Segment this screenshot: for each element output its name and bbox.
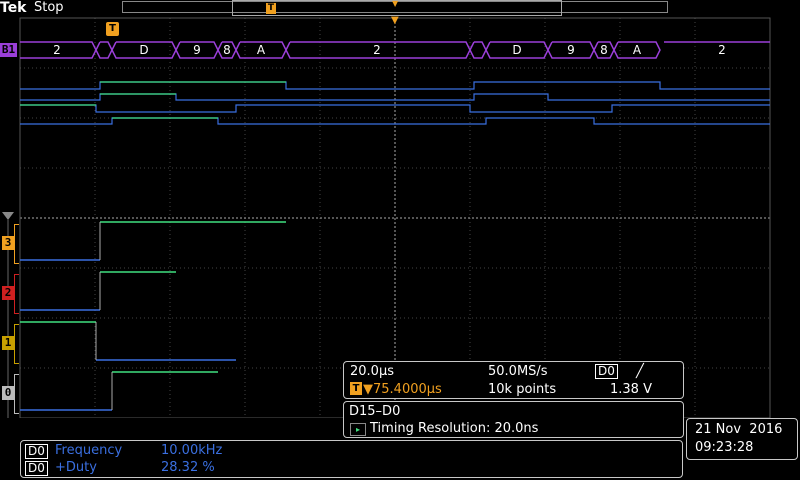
channel-3-trace: [20, 221, 286, 261]
record-center-marker: ▼: [392, 0, 399, 8]
timebase-readout: 20.0µs: [350, 364, 394, 379]
bus-value: 2: [718, 43, 726, 57]
record-trigger-marker: T: [266, 3, 276, 14]
bus-value: A: [257, 43, 266, 57]
bus-value: 8: [600, 43, 608, 57]
center-axes: [20, 18, 770, 418]
date-readout: 21 Nov 2016: [695, 422, 783, 437]
record-length-readout: 10k points: [488, 382, 557, 397]
bus-value: 8: [223, 43, 231, 57]
trigger-position-readout: ▼75.4000µs: [363, 382, 442, 397]
timing-resolution-readout: Timing Resolution: 20.0ns: [370, 421, 539, 436]
channel-2-trace: [20, 271, 176, 311]
trigger-level-marker: [2, 212, 14, 220]
measurement-name: +Duty: [55, 460, 97, 475]
channel-0-trace: [20, 371, 218, 411]
digital-channels-panel[interactable]: D15–D0 ▸ Timing Resolution: 20.0ns: [343, 401, 684, 438]
bus-decode-values: 2 D 9 8 A 2 D 9 8 A 2: [53, 43, 726, 57]
measurement-source-badge: D0: [25, 444, 48, 459]
measurement-name: Frequency: [55, 443, 123, 458]
time-readout: 09:23:28: [695, 440, 754, 455]
channel-label-1[interactable]: 1: [2, 336, 14, 350]
bus-label[interactable]: B1: [0, 43, 17, 57]
bus-trigger-marker: T: [106, 22, 119, 36]
waveform-display: 2 D 9 8 A 2 D 9 8 A 2: [2, 17, 771, 418]
channel-bracket-0: [14, 374, 19, 414]
channel-bracket-3: [14, 224, 19, 264]
trigger-source-badge: D0: [595, 364, 618, 379]
center-trigger-marker: ▼: [391, 15, 399, 26]
digital-range-label: D15–D0: [349, 404, 401, 419]
bus-value: D: [139, 43, 148, 57]
measurements-panel[interactable]: D0 Frequency 10.00kHz D0 +Duty 28.32 %: [20, 440, 683, 478]
bus-value: 2: [373, 43, 381, 57]
bus-value: D: [512, 43, 521, 57]
trigger-level-readout: 1.38 V: [610, 382, 652, 397]
channel-bracket-1: [14, 324, 19, 364]
trigger-slope-icon: ╱: [636, 364, 644, 379]
bus-value: 9: [193, 43, 201, 57]
measurement-source-badge: D0: [25, 461, 48, 476]
channel-1-trace: [20, 321, 236, 361]
channel-label-2[interactable]: 2: [2, 286, 14, 300]
measurement-value: 10.00kHz: [161, 443, 223, 458]
brand-logo: Tek: [0, 0, 27, 16]
measurement-value: 28.32 %: [161, 460, 215, 475]
bus-value: A: [633, 43, 642, 57]
acquisition-info-panel[interactable]: 20.0µs 50.0MS/s D0 ╱ T ▼75.4000µs 10k po…: [343, 361, 684, 399]
timing-icon: ▸: [350, 423, 366, 436]
channel-bracket-2: [14, 274, 19, 314]
trigger-position-badge: T: [350, 382, 362, 395]
channel-label-3[interactable]: 3: [2, 236, 14, 250]
acquisition-status: Stop: [34, 0, 64, 15]
channel-label-0[interactable]: 0: [2, 386, 14, 400]
bus-value: 2: [53, 43, 61, 57]
sample-rate-readout: 50.0MS/s: [488, 364, 548, 379]
bus-value: 9: [567, 43, 575, 57]
datetime-panel: 21 Nov 2016 09:23:28: [686, 418, 798, 460]
